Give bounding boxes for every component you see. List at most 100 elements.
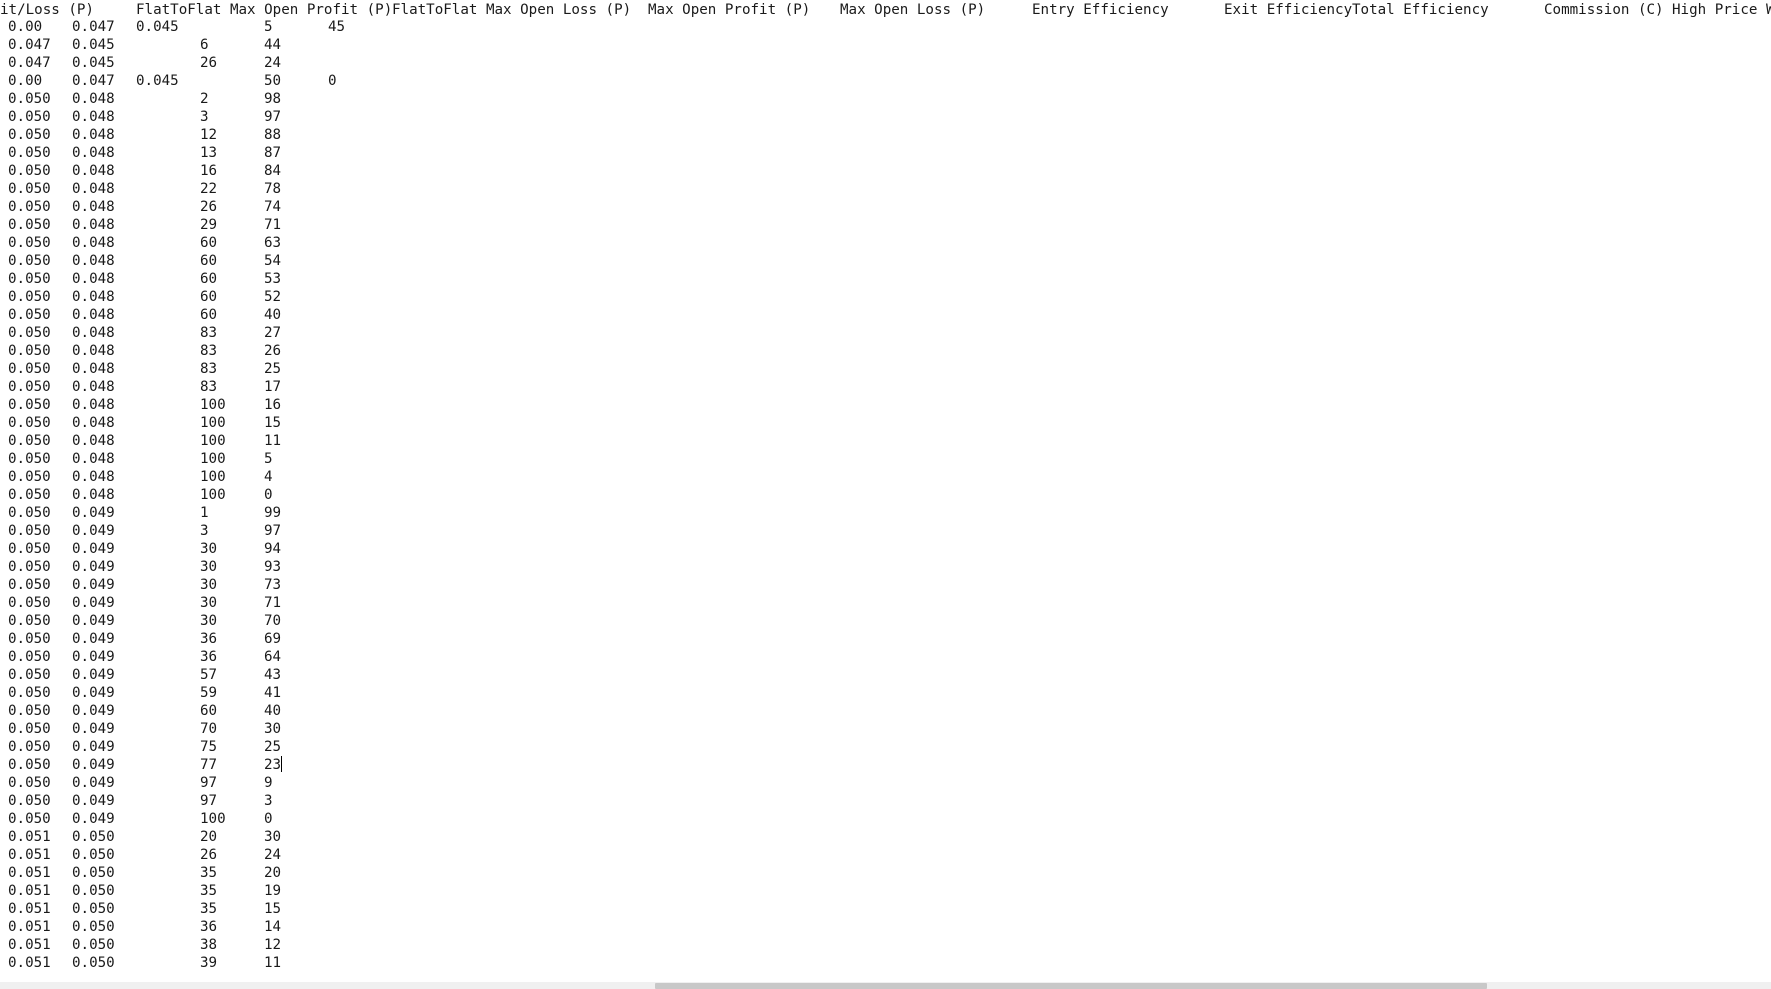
cell-col-3: 6 xyxy=(200,37,209,53)
text-line: 0.050 0.048 60 40 xyxy=(0,306,1771,324)
cell-col-4: 71 xyxy=(264,217,282,233)
text-line: 0.050 0.048 100 0 xyxy=(0,486,1771,504)
cell-col-3: 20 xyxy=(200,829,218,845)
cell-col-4: 9 xyxy=(264,775,273,791)
header-col-7: Total Efficiency xyxy=(1352,2,1489,18)
cell-col-4: 41 xyxy=(264,685,282,701)
text-line: 0.050 0.049 1 99 xyxy=(0,504,1771,522)
cell-col-3: 100 xyxy=(200,487,226,503)
cell-col-0: 0.050 xyxy=(8,649,51,665)
text-line: 0.050 0.049 60 40 xyxy=(0,702,1771,720)
cell-col-1: 0.048 xyxy=(72,271,115,287)
cell-col-1: 0.048 xyxy=(72,469,115,485)
cell-col-3: 35 xyxy=(200,883,218,899)
cell-col-1: 0.048 xyxy=(72,217,115,233)
text-line: 0.050 0.048 83 25 xyxy=(0,360,1771,378)
cell-col-4: 19 xyxy=(264,883,282,899)
cell-col-0: 0.050 xyxy=(8,325,51,341)
cell-col-4: 12 xyxy=(264,937,282,953)
cell-col-1: 0.049 xyxy=(72,703,115,719)
cell-col-1: 0.050 xyxy=(72,847,115,863)
cell-col-0: 0.050 xyxy=(8,541,51,557)
cell-col-1: 0.048 xyxy=(72,361,115,377)
header-col-6: Exit Efficiency xyxy=(1224,2,1353,18)
cell-col-4: 4 xyxy=(264,469,273,485)
text-line: 0.050 0.048 29 71 xyxy=(0,216,1771,234)
cell-col-0: 0.050 xyxy=(8,271,51,287)
text-line: 0.050 0.049 59 41 xyxy=(0,684,1771,702)
cell-col-0: 0.050 xyxy=(8,811,51,827)
cell-col-3: 100 xyxy=(200,415,226,431)
header-col-5: Entry Efficiency xyxy=(1032,2,1169,18)
text-line: 0.050 0.048 100 4 xyxy=(0,468,1771,486)
cell-col-3: 83 xyxy=(200,379,218,395)
cell-col-3: 26 xyxy=(200,55,218,71)
cell-col-3: 35 xyxy=(200,901,218,917)
cell-col-3: 29 xyxy=(200,217,218,233)
cell-col-4: 50 xyxy=(264,73,282,89)
cell-col-3: 83 xyxy=(200,361,218,377)
text-line: 0.050 0.048 83 26 xyxy=(0,342,1771,360)
text-line: 0.051 0.050 35 15 xyxy=(0,900,1771,918)
cell-col-3: 16 xyxy=(200,163,218,179)
cell-col-1: 0.049 xyxy=(72,613,115,629)
cell-col-3: 60 xyxy=(200,703,218,719)
header-col-1: FlatToFlat Max Open Profit (P) xyxy=(136,2,393,18)
text-line: 0.050 0.048 26 74 xyxy=(0,198,1771,216)
cell-col-1: 0.049 xyxy=(72,577,115,593)
text-line: 0.050 0.048 60 63 xyxy=(0,234,1771,252)
horizontal-scrollbar-thumb[interactable] xyxy=(655,983,1487,989)
cell-col-4: 26 xyxy=(264,343,282,359)
cell-col-0: 0.050 xyxy=(8,253,51,269)
cell-col-0: 0.051 xyxy=(8,955,51,971)
cell-col-4: 11 xyxy=(264,433,282,449)
cell-col-1: 0.050 xyxy=(72,955,115,971)
cell-col-1: 0.049 xyxy=(72,757,115,773)
cell-col-3: 60 xyxy=(200,235,218,251)
cell-col-0: 0.050 xyxy=(8,631,51,647)
text-line: 0.050 0.049 100 0 xyxy=(0,810,1771,828)
cell-col-4: 40 xyxy=(264,703,282,719)
cell-col-0: 0.051 xyxy=(8,919,51,935)
header-col-0: it/Loss (P) xyxy=(0,2,94,18)
cell-col-0: 0.047 xyxy=(8,55,51,71)
cell-col-0: 0.050 xyxy=(8,217,51,233)
cell-col-1: 0.050 xyxy=(72,865,115,881)
text-line: 0.050 0.048 60 54 xyxy=(0,252,1771,270)
cell-col-1: 0.048 xyxy=(72,415,115,431)
cell-col-0: 0.050 xyxy=(8,181,51,197)
cell-col-3: 59 xyxy=(200,685,218,701)
text-line: 0.050 0.049 36 64 xyxy=(0,648,1771,666)
text-editor-area[interactable]: it/Loss (P) FlatToFlat Max Open Profit (… xyxy=(0,0,1771,982)
cell-col-4: 73 xyxy=(264,577,282,593)
cell-col-4: 93 xyxy=(264,559,282,575)
cell-col-0: 0.050 xyxy=(8,775,51,791)
text-line: 0.050 0.048 83 27 xyxy=(0,324,1771,342)
cell-col-1: 0.048 xyxy=(72,145,115,161)
cell-col-4: 78 xyxy=(264,181,282,197)
header-col-4: Max Open Loss (P) xyxy=(840,2,986,18)
cell-col-1: 0.049 xyxy=(72,775,115,791)
cell-col-3: 30 xyxy=(200,541,218,557)
cell-col-0: 0.050 xyxy=(8,505,51,521)
cell-col-3: 30 xyxy=(200,559,218,575)
text-line: 0.050 0.049 3 97 xyxy=(0,522,1771,540)
cell-col-1: 0.048 xyxy=(72,91,115,107)
cell-col-3: 70 xyxy=(200,721,218,737)
cell-col-0: 0.050 xyxy=(8,343,51,359)
cell-col-4: 15 xyxy=(264,415,282,431)
cell-col-4: 63 xyxy=(264,235,282,251)
cell-col-4: 70 xyxy=(264,613,282,629)
text-line: 0.050 0.049 97 9 xyxy=(0,774,1771,792)
cell-col-4: 44 xyxy=(264,37,282,53)
cell-col-0: 0.050 xyxy=(8,379,51,395)
header-col-3: Max Open Profit (P) xyxy=(648,2,811,18)
cell-col-1: 0.048 xyxy=(72,163,115,179)
cell-col-1: 0.049 xyxy=(72,595,115,611)
cell-col-1: 0.048 xyxy=(72,127,115,143)
cell-col-4: 30 xyxy=(264,721,282,737)
cell-col-2: 0.045 xyxy=(136,19,179,35)
horizontal-scrollbar[interactable] xyxy=(0,982,1771,989)
cell-col-0: 0.051 xyxy=(8,829,51,845)
cell-col-4: 11 xyxy=(264,955,282,971)
